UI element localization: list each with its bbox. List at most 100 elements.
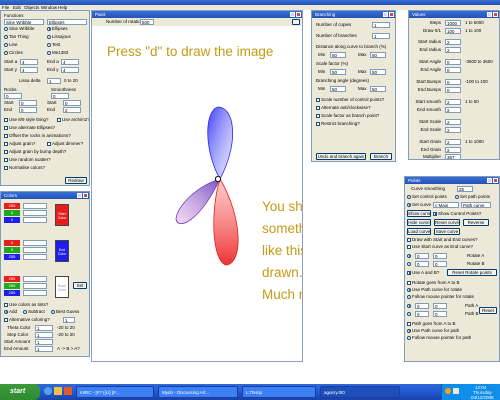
value-row-input[interactable]: 2 [445, 127, 461, 133]
color-green-swatch[interactable]: 255 [4, 283, 20, 289]
start-color-preview[interactable]: Start Color [55, 204, 69, 226]
check-scale-branch[interactable]: Scale factor as branch point? [316, 113, 379, 119]
check-adjust-dimmer[interactable]: Adjust dimmer? [47, 141, 83, 147]
close-icon[interactable] [83, 193, 88, 198]
value-row-input[interactable]: 2 [445, 39, 461, 45]
option-sine[interactable]: Sine Wribble [4, 26, 34, 32]
check-path-ab[interactable]: Path goes from A to B [407, 321, 456, 327]
check-tints[interactable]: Use colors as tints? [4, 302, 48, 308]
taskbar-item-temp[interactable]: L:\Temp [242, 386, 316, 398]
radio-follow-rotate[interactable]: Follow mouse pointer for rotate [407, 294, 474, 300]
radio-set-curve[interactable]: Set curve [407, 202, 431, 208]
folder-icon[interactable] [54, 387, 62, 395]
smoothing-input[interactable]: 25 [457, 186, 473, 192]
radio-best-guess[interactable]: Best Guess [51, 309, 79, 315]
option-ellipses[interactable]: Ellipses [47, 26, 68, 32]
color-red-swatch[interactable]: 0 [4, 240, 20, 246]
minimize-icon[interactable] [383, 12, 388, 17]
end-y-input[interactable]: 4 [61, 67, 79, 73]
path-a-x[interactable]: 0 [415, 303, 429, 309]
set-color-button[interactable]: Set [73, 282, 87, 289]
value-row-input[interactable]: 100 [445, 28, 461, 34]
lissa-input[interactable]: 1 [47, 78, 61, 84]
check-draw-se[interactable]: Draw with Start and End curves? [407, 237, 478, 243]
option-tan[interactable]: Tan Thing [4, 34, 29, 40]
reset-curve-button[interactable]: Reset curve [434, 219, 460, 226]
color-slider-g[interactable] [23, 247, 47, 253]
color-slider-r[interactable] [23, 203, 47, 209]
end-right-input[interactable]: 2 [63, 107, 81, 113]
path-a-y[interactable]: 0 [433, 303, 447, 309]
function-dropdown-b[interactable]: Ellipses [47, 19, 87, 25]
check-offset-rocks[interactable]: Offset the rocks in animations? [4, 133, 71, 139]
value-row-input[interactable]: 2 [445, 147, 461, 153]
rot-b-x[interactable]: 0 [415, 261, 429, 267]
media-icon[interactable] [64, 387, 72, 395]
value-row-input[interactable]: 2 [445, 139, 461, 145]
radio-add[interactable]: Add [4, 309, 17, 315]
color-slider-b[interactable] [23, 254, 47, 260]
value-row-input[interactable]: 1000 [445, 20, 461, 26]
value-row-input[interactable]: 2 [445, 107, 461, 113]
redraw-button[interactable]: Redraw [65, 177, 87, 184]
check-alternate[interactable]: Alternate anti/clockwise? [316, 105, 371, 111]
value-row-input[interactable]: 2 [445, 99, 461, 105]
start-y-input[interactable]: 4 [20, 67, 38, 73]
check-adjust-grain[interactable]: Adjust grain? [4, 141, 35, 147]
color-blue-swatch[interactable]: 0 [4, 217, 20, 223]
save-curve-button[interactable]: Save curve [434, 228, 460, 235]
curve-dropdown[interactable]: c Main [433, 202, 459, 208]
alt-coloring-input[interactable]: 1 [63, 317, 75, 323]
undo-branch-button[interactable]: Undo and branch again [316, 153, 366, 160]
check-alt-ellipses[interactable]: Use alternate Ellipses? [4, 125, 55, 131]
back-color-preview[interactable]: Back Color [55, 276, 69, 298]
taskbar-item-aguirry[interactable]: aguirry.0t0 [320, 386, 400, 398]
path-dropdown[interactable]: Path curve [461, 202, 491, 208]
branch-button[interactable]: Branch [370, 153, 392, 160]
check-use-ab[interactable]: Use A and B? [407, 270, 439, 276]
color-blue-swatch[interactable]: 255 [4, 290, 20, 296]
close-icon[interactable] [389, 12, 394, 17]
ie-icon[interactable] [44, 387, 52, 395]
value-row-input[interactable]: 2 [445, 47, 461, 53]
scale-max-input[interactable]: 50 [370, 69, 386, 75]
start-button[interactable]: start [0, 384, 40, 400]
radio-rot-b[interactable] [407, 261, 412, 267]
end-amount-input[interactable]: 1 [35, 346, 53, 352]
copies-input[interactable]: 1 [372, 22, 390, 28]
check-89-style[interactable]: Use 8/9 style thing? [4, 117, 49, 123]
value-row-input[interactable]: 0 [445, 67, 461, 73]
check-archim2[interactable]: Use archim2? [57, 117, 89, 123]
step-input[interactable]: 1 [35, 332, 53, 338]
check-alt-coloring[interactable]: Alternative coloring? [4, 317, 50, 323]
option-test[interactable]: Test [47, 42, 60, 48]
color-red-swatch[interactable]: 255 [4, 203, 20, 209]
radio-path-a[interactable] [407, 303, 412, 309]
reset-rotate-button[interactable]: Reset Rotate points [447, 269, 497, 276]
taskbar-item-mirc[interactable]: mIRC - [#? ({U} [#... [76, 386, 154, 398]
color-blue-swatch[interactable]: 255 [4, 254, 20, 260]
color-slider-r[interactable] [23, 240, 47, 246]
option-line[interactable]: Line [4, 42, 18, 48]
minimize-icon[interactable] [77, 193, 82, 198]
tray-icon[interactable] [453, 388, 459, 394]
radio-path-rotate[interactable]: Use Path curve for rotate [407, 287, 462, 293]
rocks-input[interactable]: 0 [4, 93, 22, 99]
load-curve-button[interactable]: Load curve [407, 228, 431, 235]
start-right-input[interactable]: 0 [63, 100, 81, 106]
taskbar-item-mydo[interactable]: Mydo - Discussing Art... [158, 386, 238, 398]
value-row-input[interactable]: 0 [445, 87, 461, 93]
rot-a-x[interactable]: 0 [415, 253, 429, 259]
theta-input[interactable]: 1 [35, 325, 53, 331]
color-slider-b[interactable] [23, 217, 47, 223]
value-row-input[interactable]: 0 [445, 59, 461, 65]
option-lissajous[interactable]: Lissajous [47, 34, 71, 40]
start-a-input[interactable]: 4 [20, 59, 38, 65]
color-green-swatch[interactable]: 0 [4, 247, 20, 253]
minimize-icon[interactable] [487, 178, 492, 183]
check-use-se[interactable]: Use Start curve as End curve? [407, 244, 473, 250]
path-b-x[interactable]: 0 [415, 311, 429, 317]
minimize-icon[interactable] [487, 12, 492, 17]
color-green-swatch[interactable]: 0 [4, 210, 20, 216]
rot-b-y[interactable]: 0 [433, 261, 447, 267]
